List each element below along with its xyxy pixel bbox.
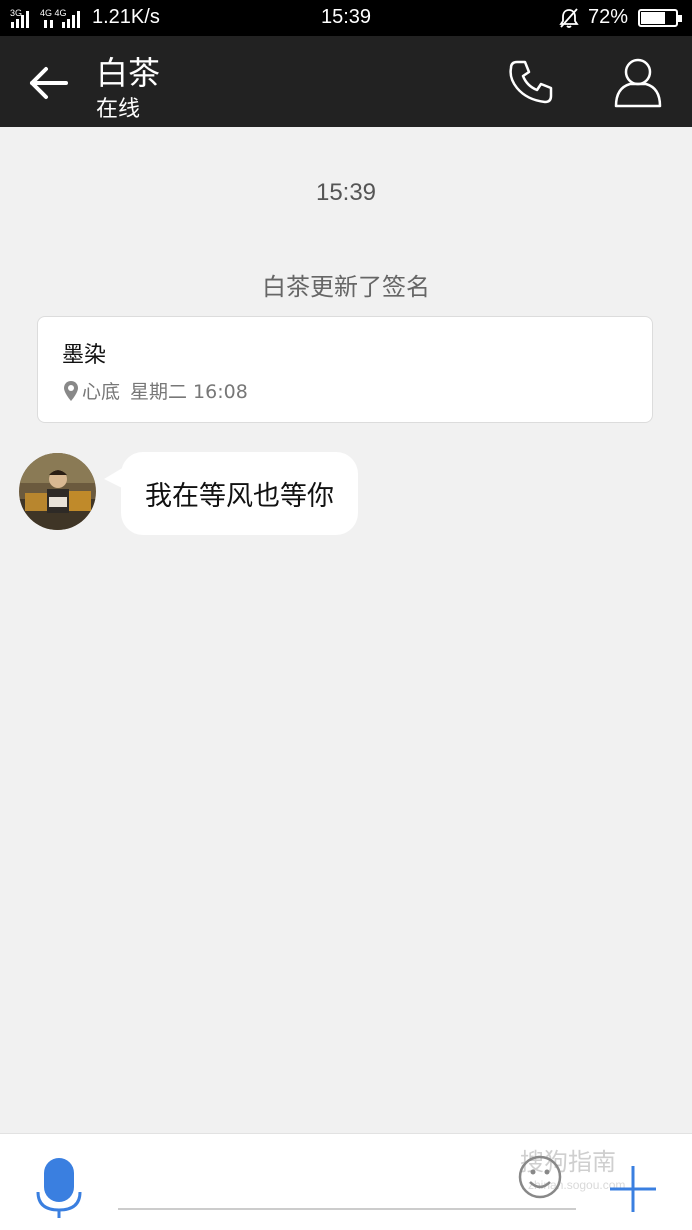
location-pin-icon bbox=[64, 380, 78, 401]
message-text: 我在等风也等你 bbox=[145, 481, 334, 512]
emoji-icon[interactable] bbox=[517, 1154, 563, 1200]
plus-icon[interactable] bbox=[608, 1164, 658, 1214]
person-icon[interactable] bbox=[608, 54, 668, 110]
battery-percent: 72% bbox=[587, 6, 628, 28]
status-right: 72% bbox=[558, 6, 682, 29]
contact-status: 在线 bbox=[96, 97, 141, 122]
message-timestamp: 15:39 bbox=[315, 179, 377, 206]
contact-name: 白茶 bbox=[96, 54, 161, 92]
chat-header: 白茶 在线 bbox=[0, 36, 692, 127]
bell-mute-icon bbox=[559, 7, 579, 28]
signature-card[interactable]: 墨染 心底 星期二 16:08 bbox=[37, 316, 653, 423]
back-arrow-icon[interactable] bbox=[22, 58, 72, 108]
battery-icon bbox=[638, 8, 682, 27]
input-bar: 搜狗指南 zhinan.sogou.com bbox=[0, 1133, 692, 1230]
signature-meta: 心底 星期二 16:08 bbox=[62, 377, 248, 404]
chat-area[interactable]: 15:39 白茶更新了签名 墨染 心底 星期二 16:08 我在等风也等你 bbox=[0, 127, 692, 1133]
battery-fill bbox=[641, 11, 666, 24]
system-message: 白茶更新了签名 bbox=[262, 273, 430, 301]
avatar-image bbox=[19, 453, 96, 530]
avatar[interactable] bbox=[19, 453, 96, 530]
message-input[interactable] bbox=[118, 1164, 576, 1210]
microphone-icon[interactable] bbox=[36, 1158, 82, 1218]
signature-title: 墨染 bbox=[62, 343, 107, 368]
phone-icon[interactable] bbox=[503, 54, 559, 110]
signature-time: 星期二 16:08 bbox=[130, 381, 248, 403]
status-bar: 3G 4G 4G 1.21K/s 15:39 72% bbox=[0, 0, 692, 36]
signature-location: 心底 bbox=[82, 381, 121, 403]
message-bubble[interactable]: 我在等风也等你 bbox=[121, 452, 358, 535]
